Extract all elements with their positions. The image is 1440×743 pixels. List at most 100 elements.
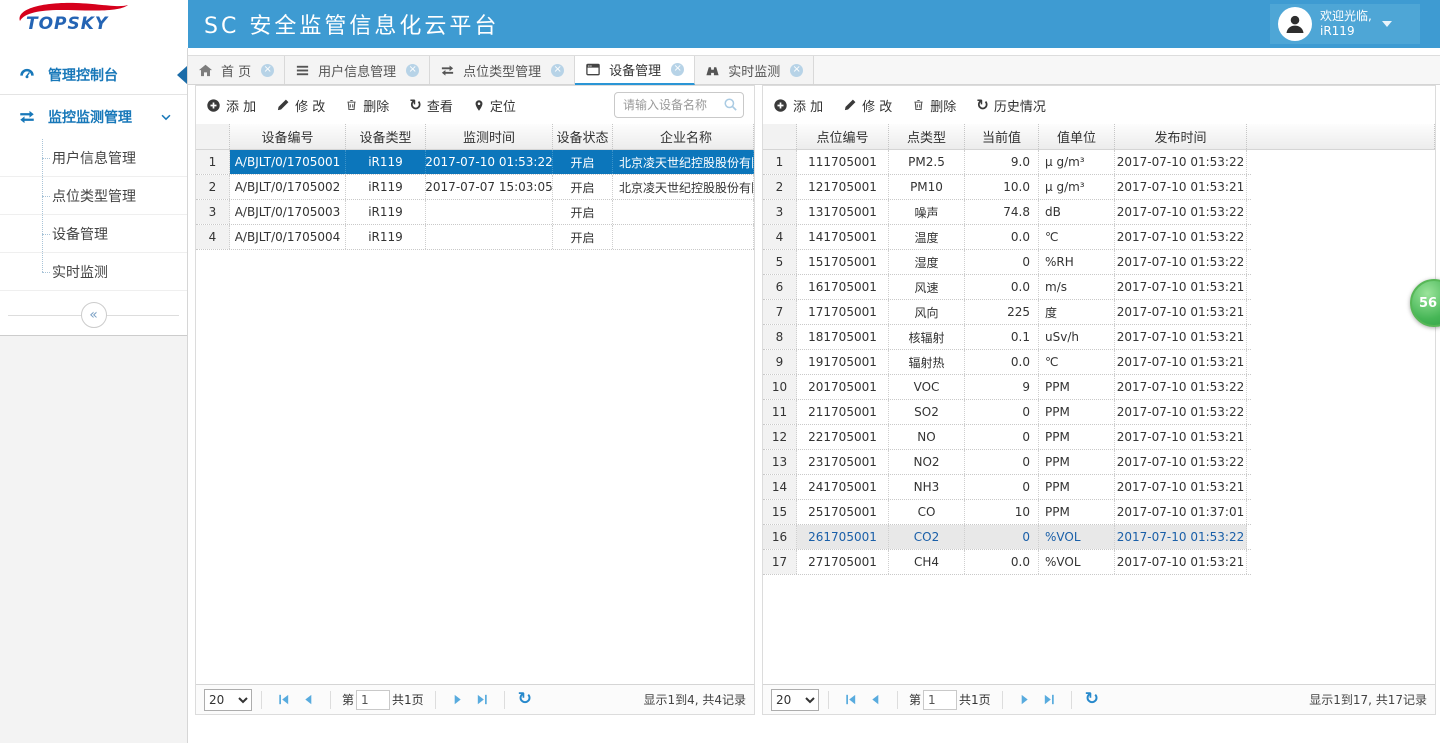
last-page-button[interactable]	[1042, 692, 1057, 707]
dashboard-gauge-icon	[18, 66, 36, 84]
header-value-unit[interactable]: 值单位	[1039, 124, 1115, 149]
point-row[interactable]: 8 181705001 核辐射 0.1 uSv/h 2017-07-10 01:…	[763, 325, 1251, 350]
search-icon[interactable]	[723, 97, 738, 115]
add-button[interactable]: 添 加	[773, 96, 823, 115]
close-tab-icon[interactable]	[671, 63, 684, 76]
cell-point-type: CH4	[889, 550, 965, 574]
tab-home[interactable]: 首 页	[188, 56, 285, 84]
edit-button[interactable]: 修 改	[276, 96, 325, 115]
tab-realtime[interactable]: 实时监测	[695, 56, 814, 84]
prev-page-button[interactable]	[301, 692, 316, 707]
point-row[interactable]: 4 141705001 温度 0.0 ℃ 2017-07-10 01:53:22	[763, 225, 1251, 250]
cell-value-unit: PPM	[1039, 425, 1115, 449]
page-size-select[interactable]: 20	[204, 689, 252, 711]
cell-point-type: VOC	[889, 375, 965, 399]
cell-company	[613, 225, 754, 249]
sidebar-item-monitor[interactable]: 监控监测管理	[0, 95, 187, 139]
cell-row-index: 11	[763, 400, 797, 424]
device-row[interactable]: 1 A/BJLT/0/1705001 iR119 2017-07-10 01:5…	[196, 150, 754, 175]
point-row[interactable]: 15 251705001 CO 10 PPM 2017-07-10 01:37:…	[763, 500, 1251, 525]
first-page-button[interactable]	[843, 692, 858, 707]
point-row[interactable]: 16 261705001 CO2 0 %VOL 2017-07-10 01:53…	[763, 525, 1251, 550]
locate-button[interactable]: 定位	[473, 96, 516, 115]
tab-label: 点位类型管理	[463, 61, 541, 80]
header-company[interactable]: 企业名称	[613, 124, 754, 149]
header-point-id[interactable]: 点位编号	[797, 124, 889, 149]
point-row[interactable]: 5 151705001 湿度 0 %RH 2017-07-10 01:53:22	[763, 250, 1251, 275]
sidebar-submenu: 用户信息管理 点位类型管理 设备管理 实时监测	[0, 139, 187, 291]
device-panel: 添 加 修 改 删除 ↻	[195, 85, 755, 715]
point-row[interactable]: 1 111705001 PM2.5 9.0 μ g/m³ 2017-07-10 …	[763, 150, 1251, 175]
cell-point-type: PM10	[889, 175, 965, 199]
last-page-button[interactable]	[475, 692, 490, 707]
user-menu[interactable]: 欢迎光临, iR119	[1270, 4, 1420, 44]
close-tab-icon[interactable]	[406, 64, 419, 77]
sidebar-item-point-type[interactable]: 点位类型管理	[0, 177, 187, 215]
delete-button[interactable]: 删除	[912, 96, 956, 115]
view-button[interactable]: ↻ 查看	[409, 96, 453, 115]
cell-publish-time: 2017-07-10 01:53:21	[1115, 550, 1247, 574]
close-tab-icon[interactable]	[551, 64, 564, 77]
point-row[interactable]: 10 201705001 VOC 9 PPM 2017-07-10 01:53:…	[763, 375, 1251, 400]
point-row[interactable]: 11 211705001 SO2 0 PPM 2017-07-10 01:53:…	[763, 400, 1251, 425]
header-device-id[interactable]: 设备编号	[230, 124, 346, 149]
delete-button[interactable]: 删除	[345, 96, 389, 115]
cell-value-unit: %RH	[1039, 250, 1115, 274]
point-row[interactable]: 13 231705001 NO2 0 PPM 2017-07-10 01:53:…	[763, 450, 1251, 475]
point-row[interactable]: 14 241705001 NH3 0 PPM 2017-07-10 01:53:…	[763, 475, 1251, 500]
page-number-input[interactable]	[923, 690, 957, 710]
point-row[interactable]: 7 171705001 风向 225 度 2017-07-10 01:53:21	[763, 300, 1251, 325]
device-row[interactable]: 3 A/BJLT/0/1705003 iR119 开启	[196, 200, 754, 225]
device-row[interactable]: 4 A/BJLT/0/1705004 iR119 开启	[196, 225, 754, 250]
history-button[interactable]: ↻ 历史情况	[976, 96, 1046, 115]
sidebar-item-device[interactable]: 设备管理	[0, 215, 187, 253]
sidebar-item-realtime[interactable]: 实时监测	[0, 253, 187, 291]
refresh-icon[interactable]: ↻	[1085, 691, 1099, 708]
header-publish-time[interactable]: 发布时间	[1115, 124, 1247, 149]
username: iR119	[1320, 24, 1355, 38]
header-device-type[interactable]: 设备类型	[346, 124, 426, 149]
point-row[interactable]: 2 121705001 PM10 10.0 μ g/m³ 2017-07-10 …	[763, 175, 1251, 200]
header-device-status[interactable]: 设备状态	[553, 124, 613, 149]
tab-device[interactable]: 设备管理	[575, 56, 695, 85]
device-row[interactable]: 2 A/BJLT/0/1705002 iR119 2017-07-07 15:0…	[196, 175, 754, 200]
sidebar-item-user-info[interactable]: 用户信息管理	[0, 139, 187, 177]
point-row[interactable]: 9 191705001 辐射热 0.0 ℃ 2017-07-10 01:53:2…	[763, 350, 1251, 375]
point-row[interactable]: 12 221705001 NO 0 PPM 2017-07-10 01:53:2…	[763, 425, 1251, 450]
cell-value-unit: PPM	[1039, 375, 1115, 399]
plus-circle-icon	[773, 98, 788, 113]
page-number-input[interactable]	[356, 690, 390, 710]
point-row[interactable]: 6 161705001 风速 0.0 m/s 2017-07-10 01:53:…	[763, 275, 1251, 300]
cell-value-unit: uSv/h	[1039, 325, 1115, 349]
edit-button[interactable]: 修 改	[843, 96, 892, 115]
tab-user-info[interactable]: 用户信息管理	[285, 56, 430, 84]
sidebar-item-console[interactable]: 管理控制台	[0, 55, 187, 95]
cell-publish-time: 2017-07-10 01:53:22	[1115, 200, 1247, 224]
page-size-select[interactable]: 20	[771, 689, 819, 711]
cell-current-value: 0	[965, 525, 1039, 549]
first-page-button[interactable]	[276, 692, 291, 707]
refresh-icon[interactable]: ↻	[518, 691, 532, 708]
next-page-button[interactable]	[450, 692, 465, 707]
header-current-value[interactable]: 当前值	[965, 124, 1039, 149]
delete-label: 删除	[363, 96, 389, 115]
close-tab-icon[interactable]	[790, 64, 803, 77]
add-button[interactable]: 添 加	[206, 96, 256, 115]
collapse-sidebar-button[interactable]: «	[81, 302, 107, 328]
prev-page-button[interactable]	[868, 692, 883, 707]
repeat-icon	[440, 63, 455, 78]
cell-current-value: 0	[965, 400, 1039, 424]
header-point-type[interactable]: 点类型	[889, 124, 965, 149]
header-monitor-time[interactable]: 监测时间	[426, 124, 553, 149]
cell-current-value: 0	[965, 250, 1039, 274]
point-row[interactable]: 3 131705001 噪声 74.8 dB 2017-07-10 01:53:…	[763, 200, 1251, 225]
next-page-button[interactable]	[1017, 692, 1032, 707]
divider	[1002, 691, 1003, 709]
tab-point-type[interactable]: 点位类型管理	[430, 56, 575, 84]
topsky-logo: TOPSKY	[26, 14, 108, 34]
cell-publish-time: 2017-07-10 01:53:22	[1115, 150, 1247, 174]
page-title: SC 安全监管信息化云平台	[204, 0, 499, 48]
point-row[interactable]: 17 271705001 CH4 0.0 %VOL 2017-07-10 01:…	[763, 550, 1251, 575]
cell-publish-time: 2017-07-10 01:53:22	[1115, 525, 1247, 549]
close-tab-icon[interactable]	[261, 64, 274, 77]
